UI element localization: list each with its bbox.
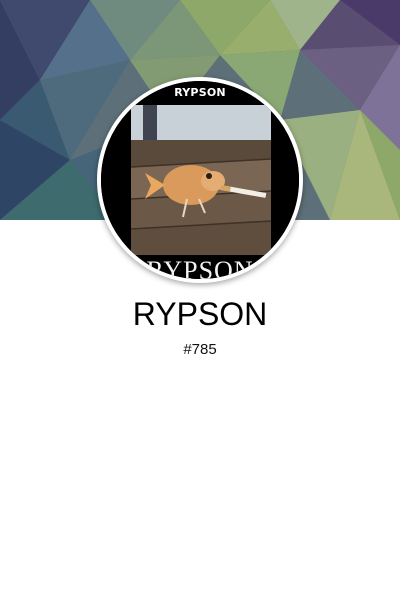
avatar-caption-top: RYPSON — [174, 86, 226, 99]
profile-number: #785 — [183, 341, 217, 358]
profile-name: RYPSON — [132, 296, 268, 332]
avatar-image — [101, 81, 299, 279]
avatar-frame[interactable]: RYPSON RYPSON — [97, 77, 303, 283]
avatar-caption-bottom: RYPSON — [146, 256, 254, 279]
avatar[interactable]: RYPSON RYPSON — [101, 81, 299, 279]
